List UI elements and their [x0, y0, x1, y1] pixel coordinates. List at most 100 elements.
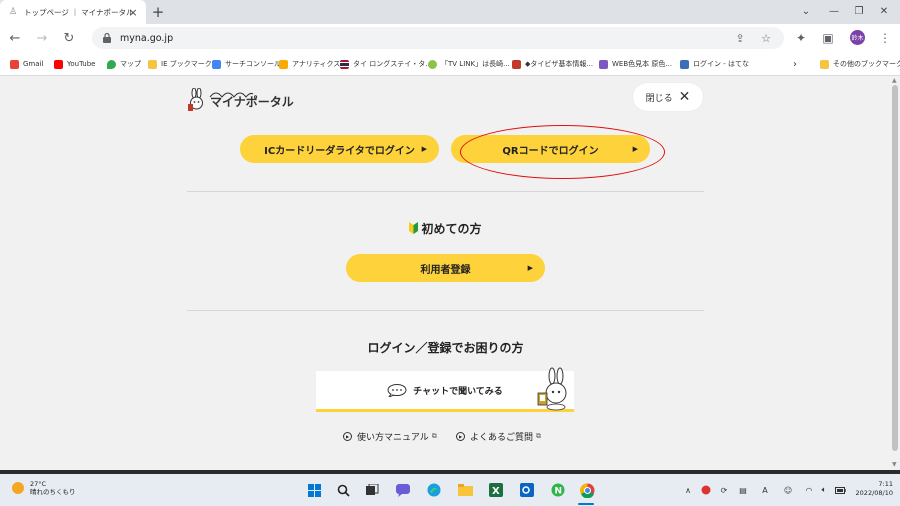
weather-sun-icon — [12, 482, 24, 494]
divider — [187, 191, 704, 192]
close-window-icon[interactable]: ✕ — [873, 2, 895, 20]
tab-strip: ♙ トップページ ｜ マイナポータル × + ⌄ — ❐ ✕ — [0, 0, 900, 24]
chat-bubble-icon — [387, 383, 407, 397]
thai-visa-icon — [512, 59, 521, 69]
myna-portal-logo[interactable]: マイナポータル — [186, 88, 294, 112]
windows-taskbar: 27°C 晴れのちくもり X N ∧ ⟳ ▤ A ☺ ◠ 🔈︎ 7:11 202… — [0, 474, 900, 506]
profile-avatar[interactable]: 鈴木 — [850, 30, 865, 45]
bookmark-thai-visa[interactable]: ◆タイビザ基本情報... — [512, 58, 593, 70]
battery-icon[interactable] — [834, 484, 846, 496]
bookmark-maps[interactable]: マップ — [107, 58, 141, 70]
scroll-up-icon[interactable]: ▲ — [892, 77, 897, 84]
rabbit-mascot-icon — [537, 367, 567, 411]
bookmark-ie-folder[interactable]: IE ブックマーク — [148, 58, 212, 70]
bookmark-gmail[interactable]: Gmail — [10, 58, 43, 70]
clock-date: 2022/08/10 — [855, 489, 893, 497]
weather-text: 晴れのちくもり — [30, 488, 76, 496]
search-icon[interactable] — [334, 481, 352, 499]
chrome-icon[interactable] — [578, 481, 596, 499]
emoji-tray-icon[interactable]: ☺ — [782, 484, 794, 496]
restore-icon[interactable]: ❐ — [848, 2, 870, 20]
bookmark-hatena[interactable]: ログイン - はてな — [680, 58, 749, 70]
weather-widget[interactable]: 27°C 晴れのちくもり — [12, 480, 76, 496]
ime-indicator[interactable]: A — [759, 484, 771, 496]
play-circle-icon: ▶ — [456, 431, 465, 441]
back-icon[interactable]: ← — [6, 29, 24, 47]
chat-button[interactable]: チャットで聞いてみる — [316, 367, 574, 412]
close-icon: ✕ — [678, 89, 691, 105]
bookmark-analytics[interactable]: アナリティクス — [279, 58, 340, 70]
bookmark-thai-longstay[interactable]: タイ ロングステイ・タ... — [340, 58, 432, 70]
chevron-down-icon[interactable]: ⌄ — [795, 2, 817, 20]
reload-icon[interactable]: ↻ — [60, 29, 78, 47]
outlook-icon[interactable] — [518, 481, 536, 499]
bookmark-search-console[interactable]: サーチコンソール — [212, 58, 281, 70]
bookmark-tv-link[interactable]: 「TV LINK」は長崎... — [428, 58, 510, 70]
browser-toolbar: ← → ↻ myna.go.jp ⇪ ☆ ✦ ▣ ⋮ — [0, 24, 900, 52]
scrollbar-thumb[interactable] — [892, 85, 898, 451]
trouble-heading: ログイン／登録でお困りの方 — [367, 341, 524, 355]
thai-flag-icon — [340, 59, 349, 69]
tv-link-icon — [428, 59, 437, 69]
play-arrow-icon: ▶ — [632, 145, 638, 153]
rabbit-mascot-icon — [188, 88, 203, 111]
manual-link[interactable]: ▶ 使い方マニュアル ⧉ — [343, 430, 437, 443]
side-panel-icon[interactable]: ▣ — [819, 29, 837, 47]
folder-icon — [820, 59, 829, 69]
forward-icon[interactable]: → — [33, 29, 51, 47]
bookmark-web-colors[interactable]: WEB色見本 原色... — [599, 58, 672, 70]
divider — [187, 310, 704, 311]
folder-icon — [148, 59, 157, 69]
scroll-down-icon[interactable]: ▼ — [892, 461, 897, 468]
ic-card-login-button[interactable]: ICカードリーダライタでログイン ▶ — [240, 135, 439, 163]
excel-icon[interactable]: X — [487, 481, 505, 499]
menu-kebab-icon[interactable]: ⋮ — [876, 29, 894, 47]
browser-tab[interactable]: ♙ トップページ ｜ マイナポータル × — [0, 0, 146, 24]
vertical-scrollbar[interactable]: ▲ ▼ — [890, 77, 900, 470]
file-explorer-icon[interactable] — [456, 481, 474, 499]
play-arrow-icon: ▶ — [527, 264, 533, 272]
bookmark-youtube[interactable]: YouTube — [54, 58, 95, 70]
hatena-icon — [680, 59, 689, 69]
extensions-icon[interactable]: ✦ — [792, 29, 810, 47]
gmail-icon — [10, 59, 19, 69]
clock-time: 7:11 — [878, 480, 893, 488]
beginner-mark-icon — [409, 222, 419, 234]
bookmark-other-folder[interactable]: その他のブックマーク — [820, 58, 900, 70]
qr-code-login-button[interactable]: QRコードでログイン ▶ — [451, 135, 650, 163]
security-tray-icon[interactable] — [700, 484, 712, 496]
sync-tray-icon[interactable]: ⟳ — [718, 484, 730, 496]
wifi-icon[interactable]: ◠ — [803, 484, 815, 496]
share-icon[interactable]: ⇪ — [732, 30, 748, 46]
display-tray-icon[interactable]: ▤ — [737, 484, 749, 496]
edge-browser-icon[interactable] — [425, 481, 443, 499]
windows-start-icon[interactable] — [305, 481, 323, 499]
bookmarks-bar: Gmail YouTube マップ IE ブックマーク サーチコンソール アナリ… — [0, 52, 900, 76]
url-text: myna.go.jp — [120, 32, 174, 44]
play-arrow-icon: ▶ — [421, 145, 427, 153]
close-button[interactable]: 閉じる ✕ — [633, 83, 703, 111]
evernote-like-app-icon[interactable]: N — [549, 481, 567, 499]
external-link-icon: ⧉ — [431, 431, 437, 440]
bookmark-star-icon[interactable]: ☆ — [758, 30, 774, 46]
system-clock[interactable]: 7:11 2022/08/10 — [853, 480, 893, 498]
bookmarks-overflow-chevron-icon[interactable]: › — [793, 58, 797, 70]
show-hidden-icons-chevron-icon[interactable]: ∧ — [682, 484, 694, 496]
logo-arc-decoration — [209, 92, 254, 98]
play-circle-icon: ▶ — [343, 431, 352, 441]
svg-text:X: X — [492, 486, 500, 497]
address-bar[interactable]: myna.go.jp ⇪ ☆ — [92, 27, 784, 49]
close-tab-icon[interactable]: × — [126, 5, 140, 19]
chat-app-icon[interactable] — [394, 481, 412, 499]
speaker-icon[interactable]: 🔈︎ — [818, 484, 830, 496]
user-registration-button[interactable]: 利用者登録 ▶ — [346, 254, 545, 282]
analytics-icon — [279, 59, 288, 69]
faq-link[interactable]: ▶ よくあるご質問 ⧉ — [456, 430, 541, 443]
active-app-indicator — [578, 503, 594, 505]
rabbit-favicon-icon: ♙ — [8, 7, 18, 17]
new-tab-icon[interactable]: + — [149, 3, 167, 21]
tab-title: トップページ ｜ マイナポータル — [24, 7, 134, 17]
lock-icon — [103, 32, 111, 43]
minimize-icon[interactable]: — — [823, 2, 845, 20]
task-view-icon[interactable] — [363, 481, 381, 499]
